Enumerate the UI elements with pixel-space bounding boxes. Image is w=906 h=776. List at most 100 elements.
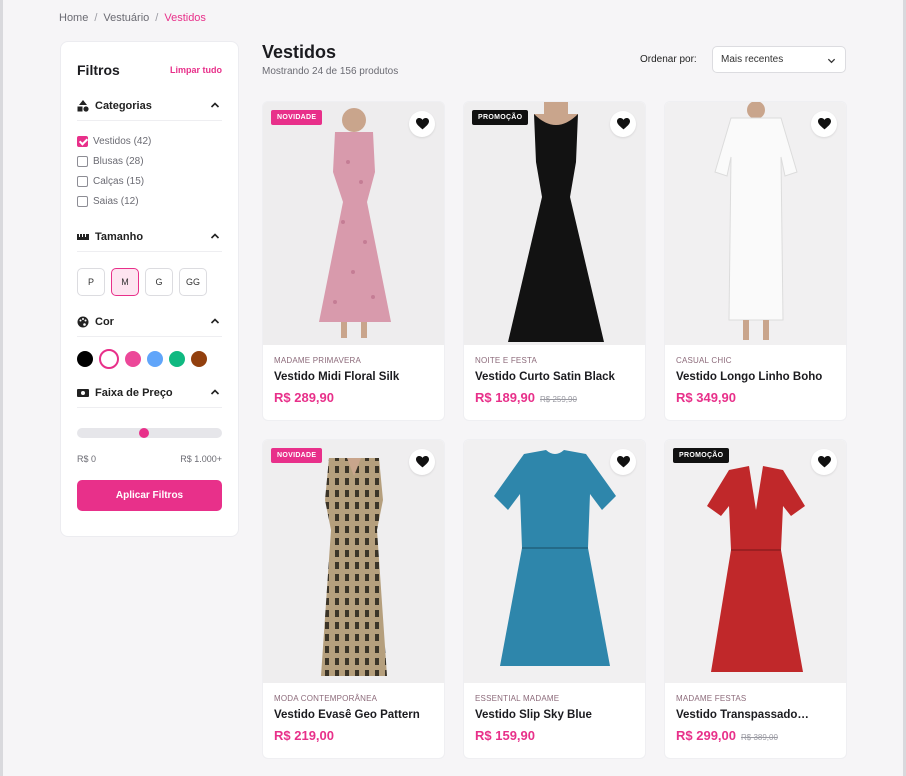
price-slider-thumb[interactable] (139, 428, 149, 438)
chevron-up-icon[interactable] (210, 231, 220, 241)
apply-filters-button[interactable]: Aplicar Filtros (77, 480, 222, 511)
category-label: Saias (12) (93, 195, 139, 207)
heart-icon (817, 118, 831, 130)
chevron-up-icon[interactable] (210, 387, 220, 397)
money-icon (77, 389, 89, 397)
category-checkbox[interactable] (77, 135, 88, 147)
product-image[interactable] (665, 102, 846, 345)
product-card[interactable]: NOVIDADE MADAME PRIMAVERA Vestido Midi F… (262, 101, 445, 421)
category-option[interactable]: Calças (15) (77, 171, 222, 191)
clear-filters-link[interactable]: Limpar tudo (170, 65, 222, 75)
product-name[interactable]: Vestido Longo Linho Boho (676, 371, 835, 383)
product-card[interactable]: PROMOÇÃO NOITE E FESTA Vestido Curto Sat… (463, 101, 646, 421)
results-count: Mostrando 24 de 156 produtos (262, 66, 399, 77)
category-label: Blusas (28) (93, 155, 144, 167)
favorite-button[interactable] (811, 111, 837, 137)
price-title: Faixa de Preço (95, 387, 173, 399)
breadcrumb: Home / Vestuário / Vestidos (59, 12, 206, 24)
heart-icon (616, 456, 630, 468)
category-checkbox[interactable] (77, 175, 88, 187)
shapes-icon (77, 100, 89, 112)
color-section-header[interactable]: Cor (77, 316, 222, 337)
price-range-slider[interactable] (77, 428, 222, 438)
product-badge: PROMOÇÃO (472, 110, 529, 125)
product-name[interactable]: Vestido Transpassado… (676, 709, 835, 721)
breadcrumb-separator: / (155, 12, 159, 24)
categories-section-header[interactable]: Categorias (77, 100, 222, 121)
product-name[interactable]: Vestido Midi Floral Silk (274, 371, 433, 383)
dress-illustration (263, 440, 444, 683)
product-badge: NOVIDADE (271, 448, 323, 463)
heart-icon (415, 118, 429, 130)
sort-select[interactable]: Mais recentes (712, 46, 846, 73)
price-max-label: R$ 1.000+ (180, 454, 222, 464)
breadcrumb-section[interactable]: Vestuário (103, 12, 149, 24)
favorite-button[interactable] (409, 111, 435, 137)
product-image[interactable]: NOVIDADE (263, 102, 444, 345)
color-swatch[interactable] (77, 351, 93, 367)
color-swatch[interactable] (169, 351, 185, 367)
favorite-button[interactable] (811, 449, 837, 475)
favorite-button[interactable] (409, 449, 435, 475)
product-price: R$ 159,90 (475, 728, 535, 743)
favorite-button[interactable] (610, 449, 636, 475)
size-options: P M G GG (77, 268, 222, 296)
product-card[interactable]: CASUAL CHIC Vestido Longo Linho Boho R$ … (664, 101, 847, 421)
color-swatch[interactable] (125, 351, 141, 367)
product-name[interactable]: Vestido Curto Satin Black (475, 371, 634, 383)
product-brand: MODA CONTEMPORÂNEA (274, 694, 378, 703)
category-label: Calças (15) (93, 175, 145, 187)
categories-title: Categorias (95, 100, 152, 112)
breadcrumb-home[interactable]: Home (59, 12, 88, 24)
sort-value: Mais recentes (721, 54, 784, 65)
category-option[interactable]: Saias (12) (77, 191, 222, 211)
product-price: R$ 189,90 (475, 390, 535, 405)
product-card[interactable]: ESSENTIAL MADAME Vestido Slip Sky Blue R… (463, 439, 646, 759)
chevron-up-icon[interactable] (210, 100, 220, 110)
size-option-p[interactable]: P (77, 268, 105, 296)
product-brand: ESSENTIAL MADAME (475, 694, 560, 703)
product-price: R$ 219,00 (274, 728, 334, 743)
category-checkbox[interactable] (77, 155, 88, 167)
favorite-button[interactable] (610, 111, 636, 137)
dress-illustration (665, 440, 846, 683)
category-checkbox[interactable] (77, 195, 88, 207)
product-card[interactable]: NOVIDADE MODA CONTEMPORÂNEA Vestido Evas… (262, 439, 445, 759)
product-old-price: R$ 259,90 (540, 395, 577, 404)
product-badge: PROMOÇÃO (673, 448, 730, 463)
dress-illustration (464, 102, 645, 345)
price-min-label: R$ 0 (77, 454, 97, 464)
category-option[interactable]: Vestidos (42) (77, 131, 222, 151)
filters-title: Filtros (77, 62, 120, 78)
product-name[interactable]: Vestido Evasê Geo Pattern (274, 709, 433, 721)
category-option[interactable]: Blusas (28) (77, 151, 222, 171)
heart-icon (616, 118, 630, 130)
color-swatch[interactable] (99, 349, 119, 369)
dress-illustration (464, 440, 645, 683)
size-option-gg[interactable]: GG (179, 268, 207, 296)
color-swatch[interactable] (191, 351, 207, 367)
price-section-header[interactable]: Faixa de Preço (77, 387, 222, 408)
product-image[interactable] (464, 440, 645, 683)
product-old-price: R$ 389,00 (741, 733, 778, 742)
chevron-down-icon (827, 58, 836, 64)
size-section-header[interactable]: Tamanho (77, 231, 222, 252)
chevron-up-icon[interactable] (210, 316, 220, 326)
size-option-g[interactable]: G (145, 268, 173, 296)
size-title: Tamanho (95, 231, 144, 243)
heart-icon (817, 456, 831, 468)
dress-illustration (263, 102, 444, 345)
size-option-m[interactable]: M (111, 268, 139, 296)
product-brand: MADAME PRIMAVERA (274, 356, 362, 365)
product-brand: MADAME FESTAS (676, 694, 747, 703)
category-label: Vestidos (42) (93, 135, 152, 147)
product-image[interactable]: PROMOÇÃO (665, 440, 846, 683)
filters-sidebar: Filtros Limpar tudo Categorias Vestidos … (60, 41, 239, 537)
product-name[interactable]: Vestido Slip Sky Blue (475, 709, 634, 721)
heart-icon (415, 456, 429, 468)
product-card[interactable]: PROMOÇÃO MADAME FESTAS Vestido Transpass… (664, 439, 847, 759)
color-swatch[interactable] (147, 351, 163, 367)
product-image[interactable]: NOVIDADE (263, 440, 444, 683)
product-price: R$ 289,90 (274, 390, 334, 405)
product-image[interactable]: PROMOÇÃO (464, 102, 645, 345)
